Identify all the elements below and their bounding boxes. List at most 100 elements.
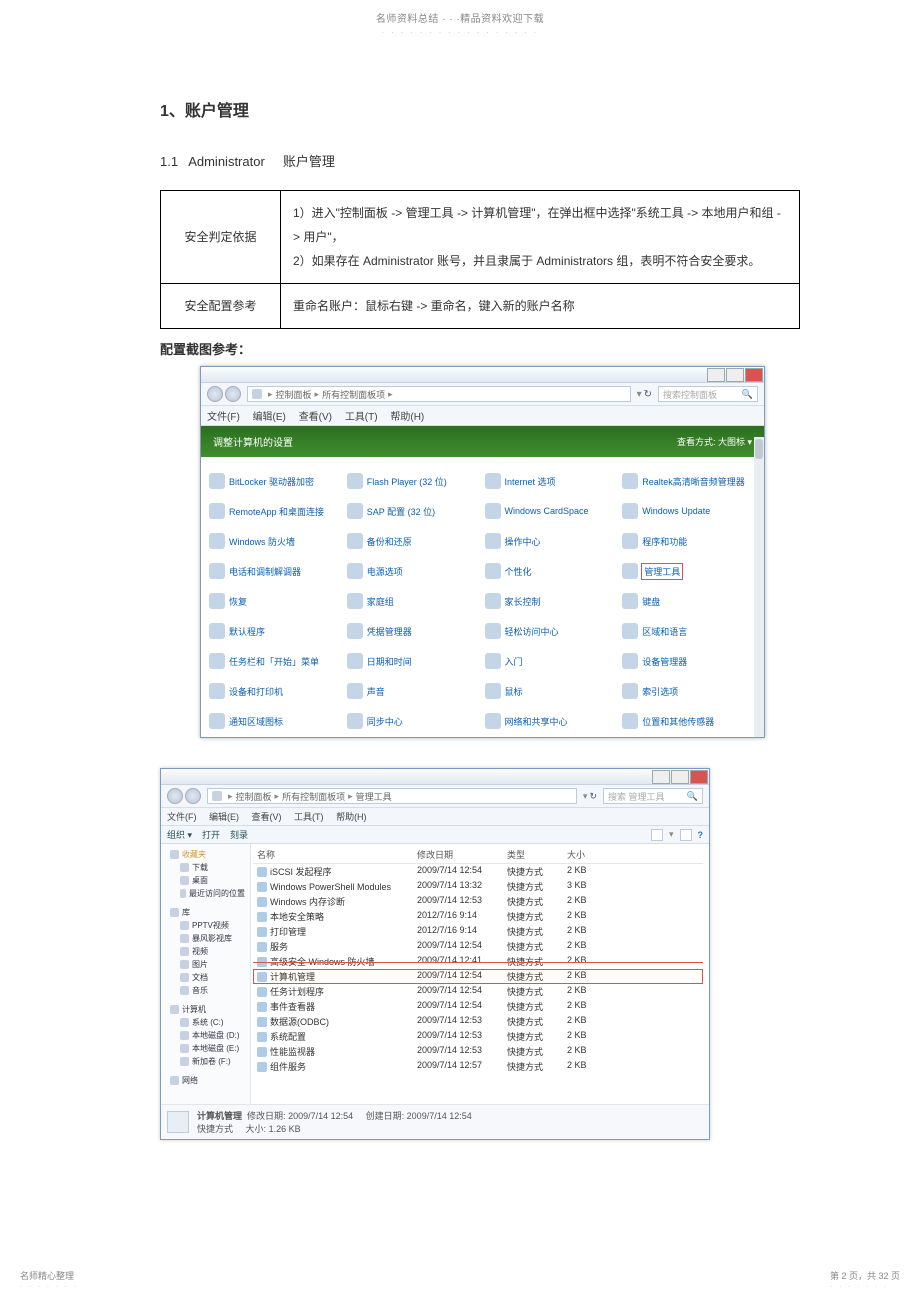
panel-item[interactable]: 入门	[485, 651, 619, 671]
panel-item[interactable]: Windows 防火墙	[209, 531, 343, 551]
panel-item[interactable]: 设备管理器	[622, 651, 756, 671]
tb-open[interactable]: 打开	[202, 828, 220, 841]
col-type[interactable]: 类型	[507, 848, 567, 861]
menu-help[interactable]: 帮助(H)	[390, 412, 424, 423]
menu-help[interactable]: 帮助(H)	[336, 812, 367, 822]
panel-item[interactable]: 通知区域图标	[209, 711, 343, 731]
scroll-thumb[interactable]	[755, 439, 763, 459]
panel-item[interactable]: 管理工具	[622, 561, 756, 581]
panel-item[interactable]: 凭据管理器	[347, 621, 481, 641]
panel-item[interactable]: 键盘	[622, 591, 756, 611]
panel-item[interactable]: 网络和共享中心	[485, 711, 619, 731]
panel-item[interactable]: 位置和其他传感器	[622, 711, 756, 731]
panel-item[interactable]: 默认程序	[209, 621, 343, 641]
sidebar-group[interactable]: 计算机	[166, 1003, 245, 1016]
crumb-0[interactable]: 控制面板	[236, 790, 272, 803]
panel-item[interactable]: 声音	[347, 681, 481, 701]
preview-pane-icon[interactable]	[680, 829, 692, 841]
panel-item[interactable]: 个性化	[485, 561, 619, 581]
sidebar-item[interactable]: 本地磁盘 (D:)	[166, 1029, 245, 1042]
panel-item[interactable]: 设备和打印机	[209, 681, 343, 701]
panel-item[interactable]: 操作中心	[485, 531, 619, 551]
crumb-1[interactable]: 所有控制面板项	[322, 388, 385, 401]
crumb-0[interactable]: 控制面板	[276, 388, 312, 401]
panel-item[interactable]: 恢复	[209, 591, 343, 611]
file-row[interactable]: Windows 内存诊断2009/7/14 12:53快捷方式2 KB	[253, 894, 703, 909]
search-input[interactable]: 搜索控制面板 🔍	[658, 386, 758, 402]
scrollbar[interactable]	[754, 437, 764, 737]
sidebar-item[interactable]: 文档	[166, 971, 245, 984]
menu-file[interactable]: 文件(F)	[207, 412, 240, 423]
panel-item[interactable]: Realtek高清晰音频管理器	[622, 471, 756, 491]
panel-item[interactable]: 家庭组	[347, 591, 481, 611]
panel-item[interactable]: 家长控制	[485, 591, 619, 611]
panel-item[interactable]: 任务栏和「开始」菜单	[209, 651, 343, 671]
close-button[interactable]	[690, 770, 708, 784]
view-switch-icon[interactable]	[651, 829, 663, 841]
file-row[interactable]: 任务计划程序2009/7/14 12:54快捷方式2 KB	[253, 984, 703, 999]
sidebar-item[interactable]: 最近访问的位置	[166, 887, 245, 900]
file-row[interactable]: 计算机管理2009/7/14 12:54快捷方式2 KB	[253, 969, 703, 984]
sidebar-item[interactable]: PPTV视频	[166, 919, 245, 932]
maximize-button[interactable]	[726, 368, 744, 382]
menu-tools[interactable]: 工具(T)	[294, 812, 324, 822]
col-size[interactable]: 大小	[567, 848, 627, 861]
file-row[interactable]: 系统配置2009/7/14 12:53快捷方式2 KB	[253, 1029, 703, 1044]
sidebar-item[interactable]: 图片	[166, 958, 245, 971]
sidebar-group[interactable]: 收藏夹	[166, 848, 245, 861]
file-row[interactable]: 服务2009/7/14 12:54快捷方式2 KB	[253, 939, 703, 954]
panel-item[interactable]: Internet 选项	[485, 471, 619, 491]
file-row[interactable]: 事件查看器2009/7/14 12:54快捷方式2 KB	[253, 999, 703, 1014]
file-row[interactable]: 本地安全策略2012/7/16 9:14快捷方式2 KB	[253, 909, 703, 924]
file-row[interactable]: Windows PowerShell Modules2009/7/14 13:3…	[253, 879, 703, 894]
back-button[interactable]	[207, 386, 223, 402]
panel-item[interactable]: 程序和功能	[622, 531, 756, 551]
sidebar-item[interactable]: 下载	[166, 861, 245, 874]
file-row[interactable]: 打印管理2012/7/16 9:14快捷方式2 KB	[253, 924, 703, 939]
file-row[interactable]: 性能监视器2009/7/14 12:53快捷方式2 KB	[253, 1044, 703, 1059]
help-icon[interactable]: ?	[698, 830, 704, 840]
view-mode[interactable]: 查看方式: 大图标 ▾	[677, 435, 752, 448]
sidebar-group[interactable]: 库	[166, 906, 245, 919]
breadcrumb[interactable]: ▸ 控制面板 ▸ 所有控制面板项 ▸	[247, 386, 631, 402]
panel-item[interactable]: 轻松访问中心	[485, 621, 619, 641]
forward-button[interactable]	[185, 788, 201, 804]
file-row[interactable]: 组件服务2009/7/14 12:57快捷方式2 KB	[253, 1059, 703, 1074]
breadcrumb[interactable]: ▸ 控制面板 ▸ 所有控制面板项 ▸ 管理工具	[207, 788, 577, 804]
panel-item[interactable]: 电源选项	[347, 561, 481, 581]
file-row[interactable]: iSCSI 发起程序2009/7/14 12:54快捷方式2 KB	[253, 864, 703, 879]
panel-item[interactable]: Windows Update	[622, 501, 756, 521]
panel-item[interactable]: 区域和语言	[622, 621, 756, 641]
forward-button[interactable]	[225, 386, 241, 402]
file-row[interactable]: 高级安全 Windows 防火墙2009/7/14 12:41快捷方式2 KB	[253, 954, 703, 969]
sidebar-group[interactable]: 网络	[166, 1074, 245, 1087]
sidebar-item[interactable]: 视频	[166, 945, 245, 958]
col-date[interactable]: 修改日期	[417, 848, 507, 861]
close-button[interactable]	[745, 368, 763, 382]
col-name[interactable]: 名称	[257, 848, 417, 861]
panel-item[interactable]: BitLocker 驱动器加密	[209, 471, 343, 491]
sidebar-item[interactable]: 新加卷 (F:)	[166, 1055, 245, 1068]
back-button[interactable]	[167, 788, 183, 804]
sidebar-item[interactable]: 音乐	[166, 984, 245, 997]
menu-file[interactable]: 文件(F)	[167, 812, 197, 822]
panel-item[interactable]: 鼠标	[485, 681, 619, 701]
panel-item[interactable]: RemoteApp 和桌面连接	[209, 501, 343, 521]
sidebar-item[interactable]: 暴风影视库	[166, 932, 245, 945]
panel-item[interactable]: 电话和调制解调器	[209, 561, 343, 581]
crumb-1[interactable]: 所有控制面板项	[282, 790, 345, 803]
sidebar-item[interactable]: 本地磁盘 (E:)	[166, 1042, 245, 1055]
menu-view[interactable]: 查看(V)	[299, 412, 332, 423]
minimize-button[interactable]	[652, 770, 670, 784]
panel-item[interactable]: 备份和还原	[347, 531, 481, 551]
panel-item[interactable]: 日期和时间	[347, 651, 481, 671]
sidebar-item[interactable]: 系统 (C:)	[166, 1016, 245, 1029]
panel-item[interactable]: Windows CardSpace	[485, 501, 619, 521]
sidebar-item[interactable]: 桌面	[166, 874, 245, 887]
menu-tools[interactable]: 工具(T)	[345, 412, 378, 423]
search-input[interactable]: 搜索 管理工具 🔍	[603, 788, 703, 804]
tb-burn[interactable]: 刻录	[230, 828, 248, 841]
menu-edit[interactable]: 编辑(E)	[253, 412, 286, 423]
panel-item[interactable]: 索引选项	[622, 681, 756, 701]
tb-organize[interactable]: 组织 ▾	[167, 828, 192, 841]
